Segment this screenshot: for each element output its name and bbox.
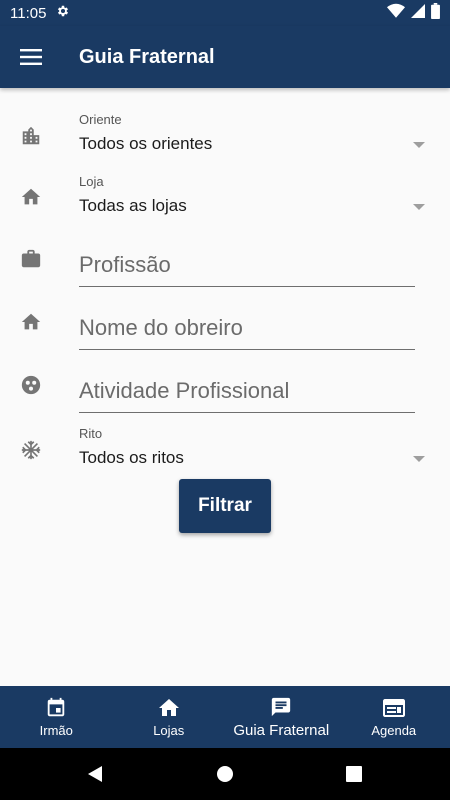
briefcase-icon xyxy=(18,246,44,272)
menu-button[interactable] xyxy=(0,26,62,88)
rito-label: Rito xyxy=(79,426,103,441)
nav-label-agenda: Agenda xyxy=(371,723,417,738)
obreiro-input[interactable] xyxy=(79,306,415,349)
back-icon[interactable] xyxy=(83,762,107,786)
nav-item-guia-fraternal[interactable]: Guia Fraternal xyxy=(225,686,338,748)
filter-form: Oriente Todos os orientes Loja Todas as … xyxy=(0,88,450,686)
nav-item-irmao[interactable]: Irmão xyxy=(0,686,113,748)
face-icon xyxy=(18,372,44,398)
city-icon xyxy=(18,123,44,149)
nav-item-agenda[interactable]: Agenda xyxy=(338,686,450,748)
home-button-icon[interactable] xyxy=(213,762,237,786)
nav-label-guia-fraternal: Guia Fraternal xyxy=(233,722,330,739)
oriente-label: Oriente xyxy=(79,112,122,127)
profissao-field[interactable] xyxy=(79,243,415,287)
hamburger-icon xyxy=(20,49,42,65)
battery-icon xyxy=(431,2,440,24)
filter-button[interactable]: Filtrar xyxy=(179,479,271,533)
signal-icon xyxy=(411,3,425,24)
status-bar: 11:05 xyxy=(0,0,450,26)
profissao-input[interactable] xyxy=(79,243,415,286)
chat-icon xyxy=(270,695,292,719)
wifi-icon xyxy=(387,3,405,24)
bottom-navigation: Irmão Lojas Guia Fraternal Agenda xyxy=(0,686,450,748)
rito-dropdown[interactable]: Todos os ritos xyxy=(79,448,184,468)
home-icon xyxy=(18,184,44,210)
page-title: Guia Fraternal xyxy=(79,45,215,68)
recents-icon[interactable] xyxy=(342,762,366,786)
loja-label: Loja xyxy=(79,174,104,189)
system-navigation-bar xyxy=(0,748,450,800)
loja-dropdown-arrow-icon[interactable] xyxy=(413,204,425,210)
agenda-icon xyxy=(382,696,406,720)
oriente-dropdown-arrow-icon[interactable] xyxy=(413,142,425,148)
oriente-dropdown[interactable]: Todos os orientes xyxy=(79,134,212,154)
atividade-input[interactable] xyxy=(79,369,415,412)
home-icon xyxy=(157,696,181,720)
status-time: 11:05 xyxy=(10,4,47,22)
snowflake-icon xyxy=(18,437,44,463)
calendar-icon xyxy=(45,696,67,720)
app-bar: Guia Fraternal xyxy=(0,26,450,88)
obreiro-field[interactable] xyxy=(79,306,415,350)
nav-label-lojas: Lojas xyxy=(153,723,185,738)
rito-dropdown-arrow-icon[interactable] xyxy=(413,456,425,462)
loja-dropdown[interactable]: Todas as lojas xyxy=(79,196,187,216)
atividade-field[interactable] xyxy=(79,369,415,413)
nav-label-irmao: Irmão xyxy=(39,723,73,738)
home-icon xyxy=(18,309,44,335)
settings-icon xyxy=(56,4,70,23)
nav-item-lojas[interactable]: Lojas xyxy=(113,686,226,748)
